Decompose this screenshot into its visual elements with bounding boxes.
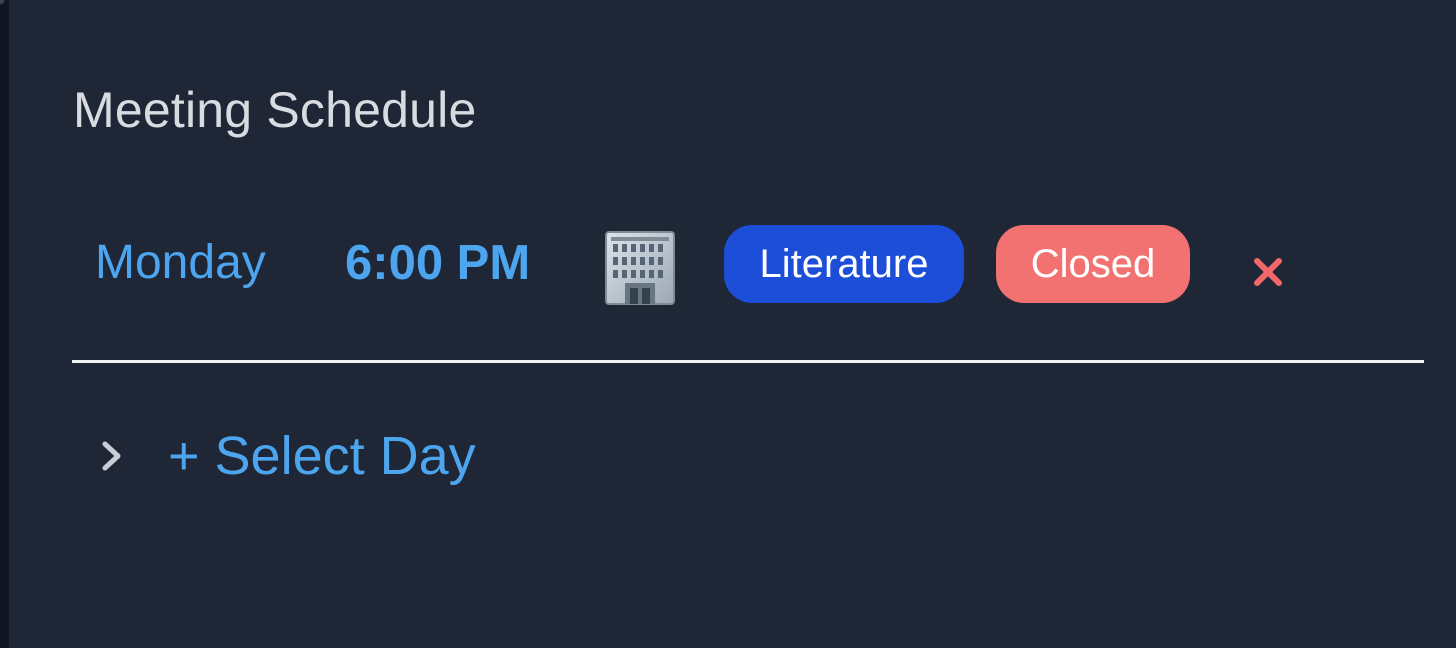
- closed-tag[interactable]: Closed: [996, 225, 1190, 303]
- meeting-row: Monday 6:00 PM Literature Closed: [72, 222, 1424, 308]
- select-day-label: + Select Day: [168, 426, 476, 486]
- select-day-button[interactable]: + Select Day: [96, 424, 516, 488]
- meeting-time-link[interactable]: 6:00 PM: [345, 234, 530, 292]
- section-divider: [72, 360, 1424, 363]
- literature-tag[interactable]: Literature: [724, 225, 964, 303]
- office-building-icon: [601, 230, 679, 306]
- window-edge: [0, 0, 9, 648]
- chevron-right-icon: [96, 439, 128, 473]
- meeting-day-link[interactable]: Monday: [95, 234, 266, 292]
- page-title: Meeting Schedule: [73, 82, 477, 138]
- window-corner: [0, 0, 18, 18]
- close-icon: [1254, 258, 1282, 286]
- meeting-schedule-panel: Meeting Schedule Monday 6:00 PM Literatu…: [0, 0, 1456, 648]
- remove-meeting-button[interactable]: [1248, 252, 1288, 292]
